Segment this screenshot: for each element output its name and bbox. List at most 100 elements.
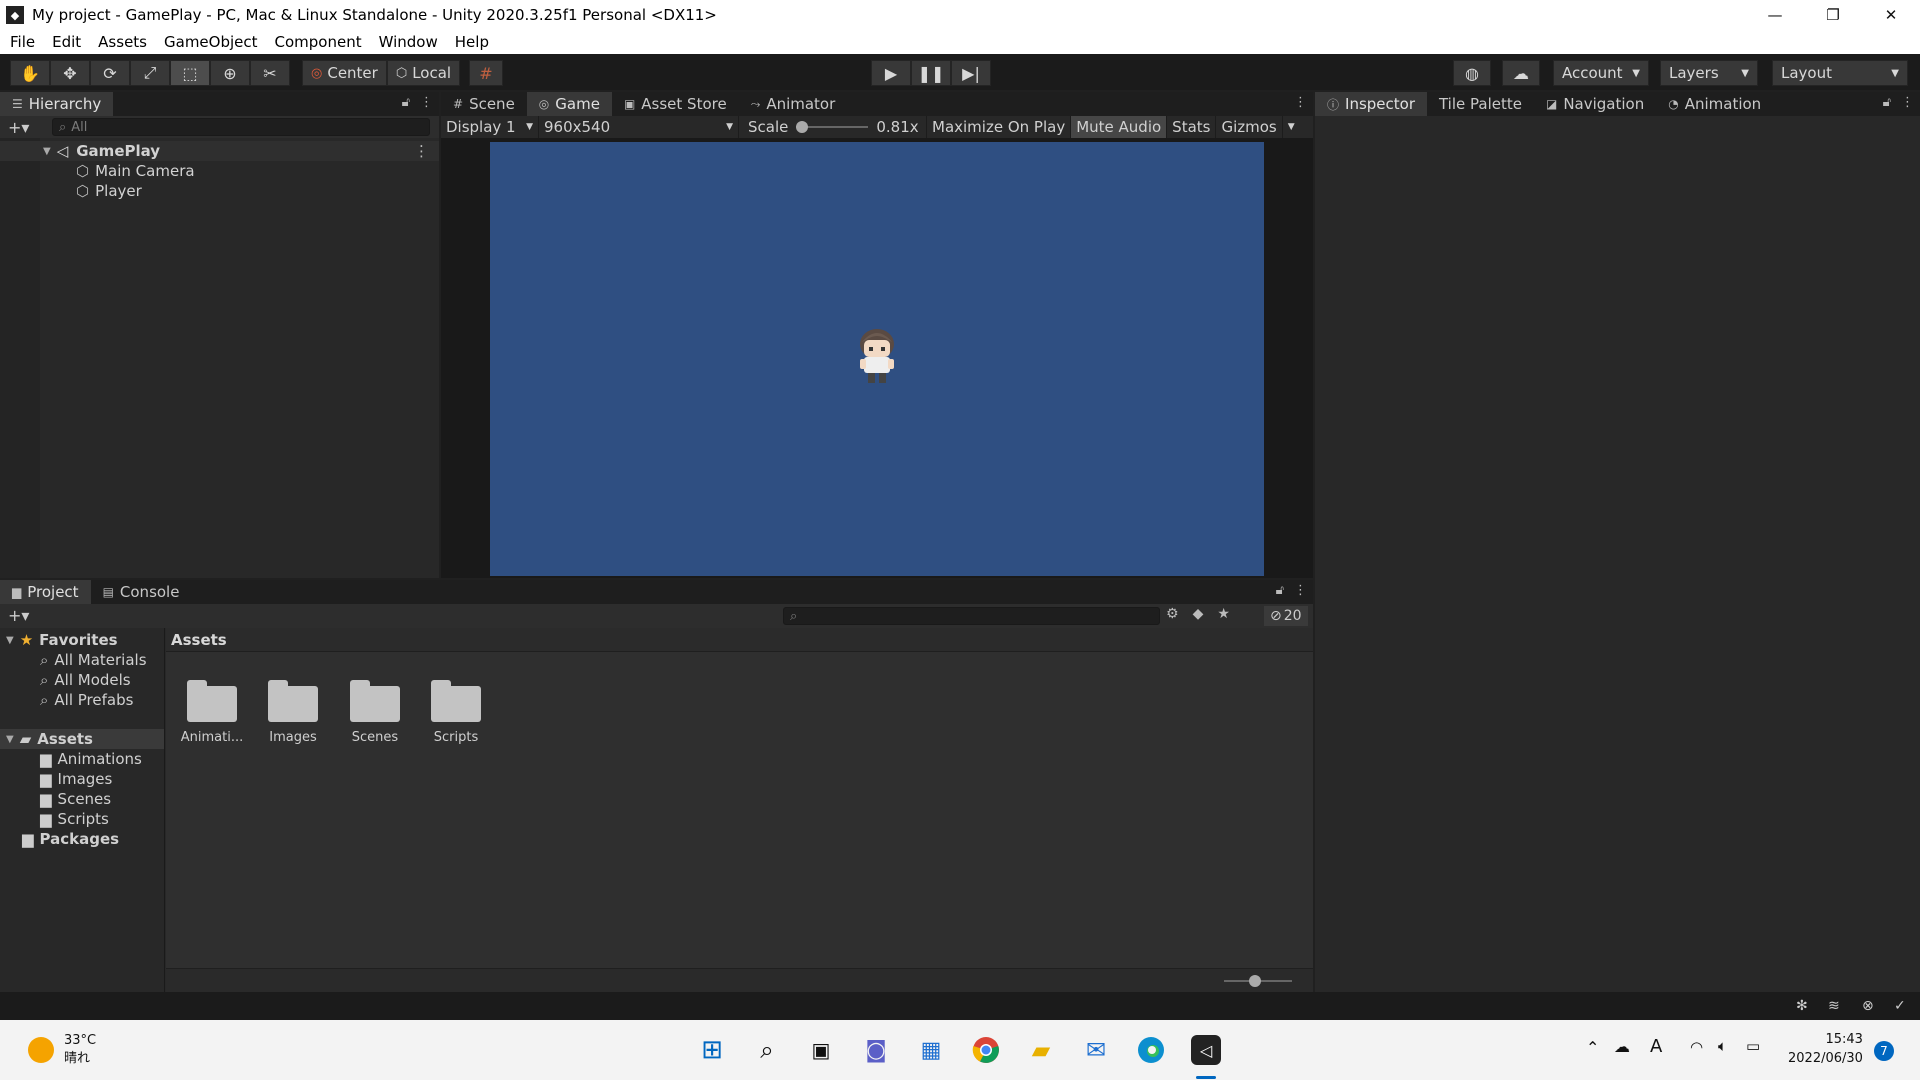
chevron-up-icon[interactable]: ⌃	[1586, 1038, 1599, 1057]
tab-project[interactable]: ▆ Project	[0, 580, 91, 604]
file-explorer-icon[interactable]: ▰	[1026, 1035, 1056, 1065]
scene-row[interactable]: ▼ ◁ GamePlay ⋮	[0, 141, 439, 161]
scene-menu-icon[interactable]: ⋮	[414, 142, 429, 160]
wifi-icon[interactable]: ◠	[1690, 1038, 1703, 1056]
lock-icon[interactable]: 🔓︎	[1276, 583, 1284, 598]
layers-stack-icon[interactable]: ≋	[1828, 998, 1840, 1014]
icon-size-slider[interactable]	[1224, 975, 1292, 987]
lock-icon[interactable]: 🔓︎	[402, 95, 410, 110]
weather-widget[interactable]: 33°C 晴れ	[64, 1032, 96, 1068]
favorite-item[interactable]: ⌕ All Materials	[0, 650, 164, 670]
scale-slider[interactable]	[796, 121, 869, 133]
menu-gameobject[interactable]: GameObject	[164, 33, 258, 51]
bug-icon[interactable]: ✻	[1796, 998, 1808, 1014]
search-icon[interactable]: ⌕	[752, 1035, 782, 1065]
game-canvas[interactable]	[490, 142, 1264, 576]
display-dropdown[interactable]: Display 1 ▼	[441, 116, 539, 138]
rotate-tool-icon[interactable]: ⟳	[90, 60, 130, 86]
filter-by-label-icon[interactable]: ◆	[1193, 606, 1204, 622]
hierarchy-item[interactable]: ⬡ Player	[0, 181, 439, 201]
assets-root-item[interactable]: ▼ ▰ Assets	[0, 729, 164, 749]
more-menu-icon[interactable]: ⋮	[1294, 583, 1307, 598]
tab-tile-palette[interactable]: Tile Palette	[1427, 92, 1534, 116]
tab-console[interactable]: ▤ Console	[91, 580, 192, 604]
store-icon[interactable]: ▦	[916, 1035, 946, 1065]
chat-icon[interactable]: ◙	[861, 1035, 891, 1065]
onedrive-cloud-icon[interactable]: ☁	[1614, 1037, 1630, 1056]
pivot-mode-button[interactable]: ◎ Center	[302, 60, 387, 86]
asset-folder-tile[interactable]: Scenes	[335, 680, 415, 745]
menu-assets[interactable]: Assets	[98, 33, 147, 51]
cache-server-icon[interactable]: ⊗	[1862, 998, 1874, 1014]
windows-start-icon[interactable]: ⊞	[697, 1035, 727, 1065]
custom-tool-icon[interactable]: ✂	[250, 60, 290, 86]
tab-navigation[interactable]: ◪ Navigation	[1534, 92, 1656, 116]
scale-tool-icon[interactable]: ⤢	[130, 60, 170, 86]
ime-indicator[interactable]: A	[1650, 1036, 1662, 1057]
hidden-packages-toggle[interactable]: ⊘ 20	[1264, 606, 1308, 626]
favorite-item[interactable]: ⌕ All Models	[0, 670, 164, 690]
filter-by-type-icon[interactable]: ⚙	[1166, 606, 1179, 622]
restore-button[interactable]: ❐	[1804, 0, 1862, 30]
menu-component[interactable]: Component	[275, 33, 362, 51]
battery-icon[interactable]: ▭	[1746, 1037, 1760, 1055]
transform-tool-icon[interactable]: ⊕	[210, 60, 250, 86]
menu-file[interactable]: File	[10, 33, 35, 51]
favorite-star-icon[interactable]: ★	[1217, 606, 1230, 622]
create-asset-button[interactable]: +▾	[0, 606, 34, 625]
menu-window[interactable]: Window	[379, 33, 438, 51]
close-button[interactable]: ✕	[1862, 0, 1920, 30]
tab-inspector[interactable]: ⓘ Inspector	[1315, 92, 1427, 116]
mute-audio-toggle[interactable]: Mute Audio	[1071, 116, 1168, 138]
check-circle-icon[interactable]: ✓	[1894, 998, 1906, 1014]
play-icon[interactable]: ▶	[871, 60, 911, 86]
minimize-button[interactable]: —	[1746, 0, 1804, 30]
hierarchy-search-input[interactable]: ⌕ All	[52, 118, 430, 136]
tab-scene[interactable]: # Scene	[441, 92, 527, 116]
project-search-input[interactable]: ⌕	[783, 607, 1160, 625]
asset-folder-item[interactable]: ▆ Images	[0, 769, 164, 789]
maximize-on-play-toggle[interactable]: Maximize On Play	[927, 116, 1072, 138]
favorite-item[interactable]: ⌕ All Prefabs	[0, 690, 164, 710]
asset-folder-tile[interactable]: Images	[253, 680, 333, 745]
tab-asset-store[interactable]: ▣ Asset Store	[612, 92, 739, 116]
stats-toggle[interactable]: Stats	[1167, 116, 1217, 138]
menu-edit[interactable]: Edit	[52, 33, 81, 51]
pivot-rotation-button[interactable]: ⬡ Local	[386, 60, 461, 86]
layout-dropdown[interactable]: Layout ▼	[1772, 60, 1908, 86]
expand-arrow-icon[interactable]: ▼	[6, 635, 14, 646]
pause-icon[interactable]: ❚❚	[911, 60, 951, 86]
scale-slider-thumb[interactable]	[796, 121, 809, 133]
asset-folder-item[interactable]: ▆ Animations	[0, 749, 164, 769]
packages-item[interactable]: ▆ Packages	[0, 829, 164, 849]
more-menu-icon[interactable]: ⋮	[420, 95, 433, 110]
gizmos-toggle[interactable]: Gizmos	[1216, 116, 1283, 138]
task-view-icon[interactable]: ▣	[806, 1035, 836, 1065]
layers-dropdown[interactable]: Layers ▼	[1660, 60, 1758, 86]
gizmos-dropdown-icon[interactable]: ▼	[1283, 116, 1300, 138]
icon-size-slider-thumb[interactable]	[1249, 975, 1262, 987]
asset-folder-tile[interactable]: Scripts	[416, 680, 496, 745]
more-menu-icon[interactable]: ⋮	[1294, 95, 1307, 110]
unity-taskbar-icon[interactable]: ◁	[1191, 1035, 1221, 1065]
collab-icon[interactable]: ◍	[1453, 60, 1491, 86]
mail-icon[interactable]: ✉	[1081, 1035, 1111, 1065]
grid-snap-icon[interactable]: #	[469, 60, 503, 86]
cloud-icon[interactable]: ☁	[1502, 60, 1540, 86]
tab-animator[interactable]: ⤳ Animator	[739, 92, 848, 116]
expand-arrow-icon[interactable]: ▼	[43, 146, 51, 157]
step-icon[interactable]: ▶|	[951, 60, 991, 86]
tab-hierarchy[interactable]: ☰ Hierarchy	[0, 92, 114, 116]
expand-arrow-icon[interactable]: ▼	[6, 734, 14, 745]
add-object-button[interactable]: +▾	[0, 118, 34, 137]
asset-folder-item[interactable]: ▆ Scripts	[0, 809, 164, 829]
clock-widget[interactable]: 15:43 2022/06/30	[1788, 1030, 1863, 1068]
resolution-dropdown[interactable]: 960x540 ▼	[539, 116, 739, 138]
notification-badge[interactable]: 7	[1874, 1041, 1894, 1061]
edge-icon[interactable]	[1136, 1035, 1166, 1065]
project-breadcrumb[interactable]: Assets	[166, 628, 1313, 652]
favorites-section[interactable]: ▼ ★ Favorites	[0, 630, 164, 650]
weather-sun-icon[interactable]	[28, 1037, 54, 1063]
hand-tool-icon[interactable]: ✋	[10, 60, 50, 86]
lock-icon[interactable]: 🔓︎	[1883, 95, 1891, 110]
